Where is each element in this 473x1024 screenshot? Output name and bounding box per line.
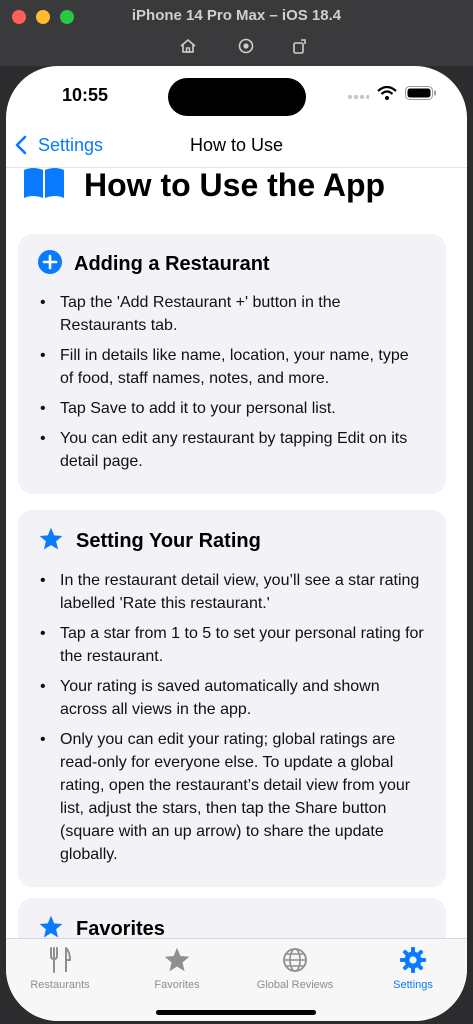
globe-icon bbox=[240, 945, 350, 975]
nav-title: How to Use bbox=[189, 135, 284, 155]
section-card-favorites: Favorites bbox=[18, 898, 446, 938]
tab-label: Settings bbox=[393, 979, 433, 991]
battery-icon bbox=[405, 86, 437, 105]
status-time: 10:55 bbox=[62, 85, 109, 105]
tab-restaurants[interactable]: Restaurants bbox=[6, 945, 115, 991]
gear-icon bbox=[358, 945, 467, 975]
section-header: Favorites bbox=[38, 914, 426, 938]
navigation-bar: Settings How to Use bbox=[6, 124, 467, 168]
bullet-list: Tap the 'Add Restaurant +' button in the… bbox=[38, 291, 426, 473]
section-title: Adding a Restaurant bbox=[74, 253, 270, 275]
list-item: Tap a star from 1 to 5 to set your perso… bbox=[38, 622, 426, 668]
tab-label: Global Reviews bbox=[256, 979, 334, 991]
tab-label: Restaurants bbox=[30, 979, 90, 991]
section-title: Favorites bbox=[76, 918, 165, 938]
section-card-adding-restaurant: Adding a Restaurant Tap the 'Add Restaur… bbox=[18, 234, 446, 494]
star-icon bbox=[38, 526, 64, 557]
phone-screen: 10:55 Settings How to Use How to Use the… bbox=[6, 66, 467, 1021]
tab-global-reviews[interactable]: Global Reviews bbox=[240, 945, 350, 991]
simulator-title: iPhone 14 Pro Max – iOS 18.4 bbox=[131, 7, 342, 24]
tab-settings[interactable]: Settings bbox=[358, 945, 467, 991]
plus-circle-icon bbox=[38, 250, 62, 279]
section-card-setting-rating: Setting Your Rating In the restaurant de… bbox=[18, 510, 446, 887]
page-heading: How to Use the App bbox=[22, 168, 385, 205]
signal-dots-icon bbox=[347, 87, 371, 105]
tab-favorites[interactable]: Favorites bbox=[122, 945, 232, 991]
list-item: Tap Save to add it to your personal list… bbox=[38, 397, 426, 420]
scroll-content[interactable]: How to Use the App Adding a Restaurant T… bbox=[6, 168, 467, 938]
list-item: Fill in details like name, location, you… bbox=[38, 344, 426, 390]
status-icons bbox=[347, 85, 437, 105]
wifi-icon bbox=[377, 85, 397, 105]
star-icon bbox=[122, 945, 232, 975]
page-title: How to Use the App bbox=[84, 168, 386, 203]
section-header: Setting Your Rating bbox=[38, 526, 426, 557]
home-indicator bbox=[156, 1010, 316, 1015]
tab-label: Favorites bbox=[154, 979, 200, 991]
list-item: Your rating is saved automatically and s… bbox=[38, 675, 426, 721]
simulator-toolbar: iPhone 14 Pro Max – iOS 18.4 bbox=[0, 0, 473, 66]
list-item: You can edit any restaurant by tapping E… bbox=[38, 427, 426, 473]
screenshot-icon[interactable] bbox=[236, 36, 256, 56]
list-item: Tap the 'Add Restaurant +' button in the… bbox=[38, 291, 426, 337]
bullet-list: In the restaurant detail view, you’ll se… bbox=[38, 569, 426, 866]
section-header: Adding a Restaurant bbox=[38, 250, 426, 279]
list-item: In the restaurant detail view, you’ll se… bbox=[38, 569, 426, 615]
list-item: Only you can edit your rating; global ra… bbox=[38, 728, 426, 866]
section-title: Setting Your Rating bbox=[76, 530, 261, 552]
fork-knife-icon bbox=[6, 945, 115, 975]
home-icon[interactable] bbox=[178, 36, 198, 56]
tab-bar: Restaurants Favorites Global Reviews Set… bbox=[6, 938, 467, 1021]
dynamic-island bbox=[168, 78, 306, 116]
rotate-icon[interactable] bbox=[290, 36, 310, 56]
book-icon bbox=[22, 168, 66, 205]
star-icon bbox=[38, 914, 64, 938]
